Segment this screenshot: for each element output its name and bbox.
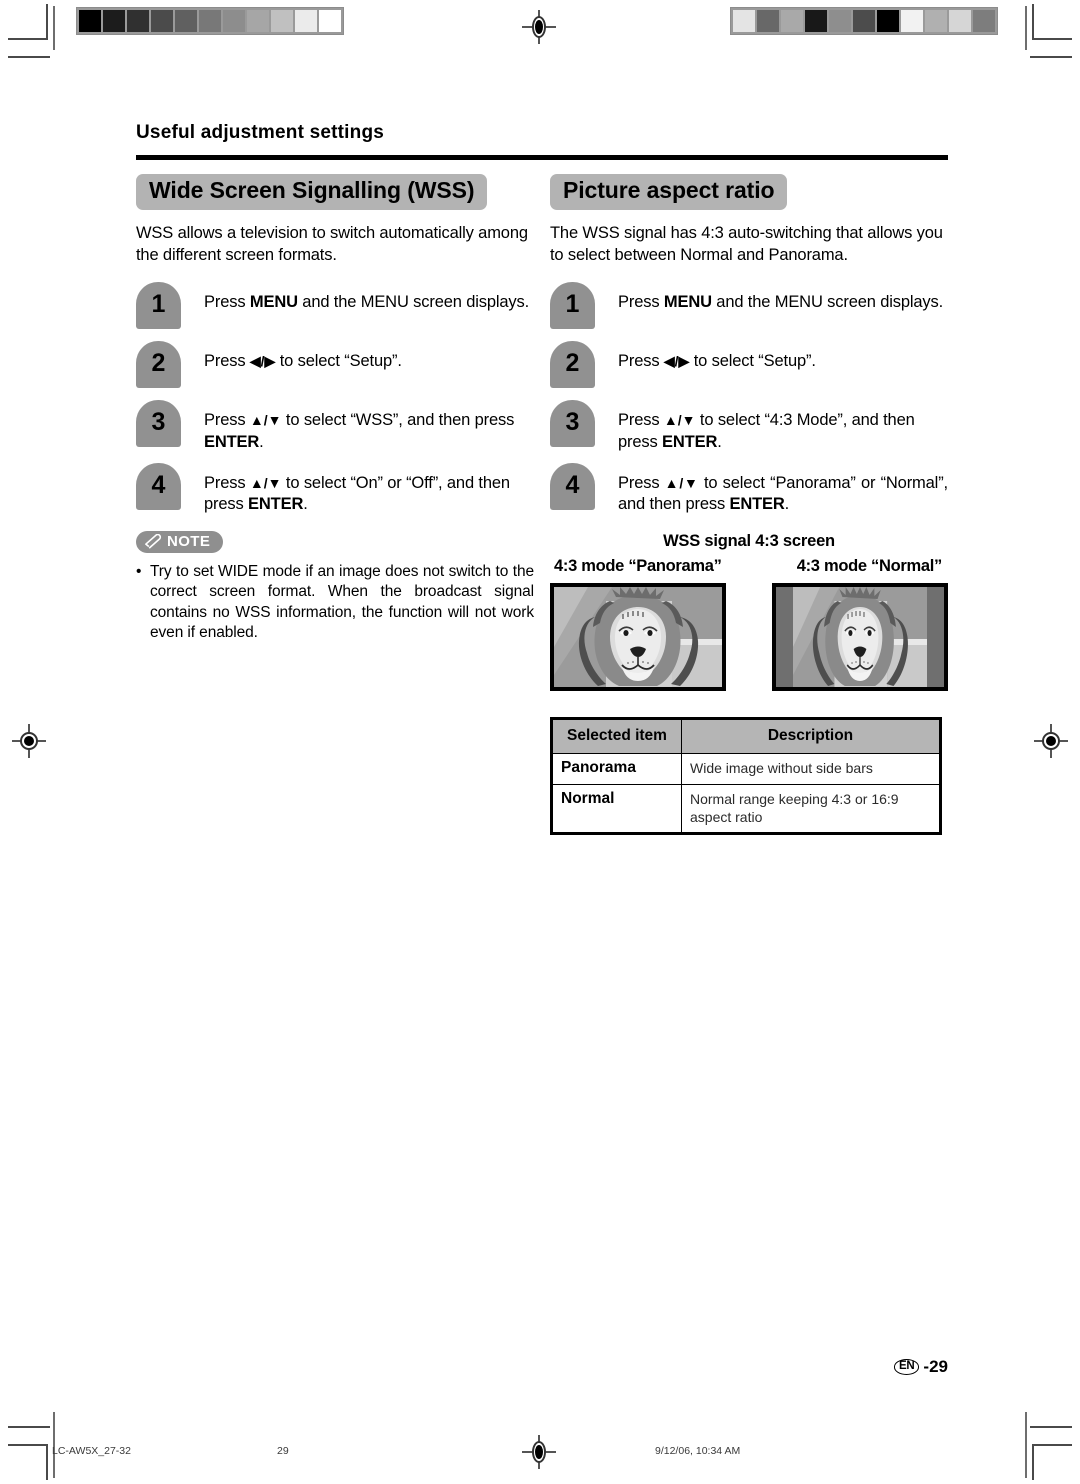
pillarbox-bar-right: [927, 587, 944, 688]
step-key-2: ENTER: [662, 432, 718, 451]
step-text: Press ▲/▼ to select “On” or “Off”, and t…: [204, 463, 534, 517]
step-number-badge: 2: [136, 340, 181, 388]
note-label: NOTE: [167, 533, 211, 551]
section-title-picture-aspect-ratio: Picture aspect ratio: [550, 174, 788, 210]
column-header-description: Description: [681, 718, 941, 755]
step-text: Press ◀/▶ to select “Setup”.: [204, 341, 534, 373]
step-number-badge: 3: [550, 399, 595, 447]
step-text-before: Press: [618, 351, 664, 370]
step-text-before: Press: [618, 410, 664, 429]
arrow-up-down-icon: ▲/▼: [249, 474, 282, 491]
step-number-badge: 1: [550, 281, 595, 329]
step-text-mid: to select “Setup”.: [689, 351, 816, 370]
footer-date: 9/12/06, 10:34 AM: [655, 1445, 741, 1457]
step-key-1: MENU: [249, 292, 298, 311]
preview-mode-captions: 4:3 mode “Panorama” 4:3 mode “Normal”: [550, 557, 948, 576]
step-item: 1 Press MENU and the MENU screen display…: [136, 281, 534, 332]
step-text-before: Press: [618, 292, 664, 311]
caption-mode-normal: 4:3 mode “Normal”: [796, 557, 943, 576]
arrow-left-right-icon: ◀/▶: [663, 352, 690, 369]
footer-page-number: 29: [277, 1445, 289, 1457]
note-badge: NOTE: [136, 531, 224, 554]
step-text-mid: to select “Setup”.: [275, 351, 402, 370]
step-key-2: ENTER: [204, 432, 260, 451]
manual-page: Useful adjustment settings Wide Screen S…: [0, 0, 1080, 1484]
arrow-up-down-icon: ▲/▼: [249, 411, 282, 428]
column-picture-aspect-ratio: Picture aspect ratio The WSS signal has …: [550, 174, 948, 836]
pen-icon: [143, 533, 162, 549]
step-item: 3 Press ▲/▼ to select “4:3 Mode”, and th…: [550, 399, 948, 454]
column-wide-screen-signalling: Wide Screen Signalling (WSS) WSS allows …: [136, 174, 534, 644]
table-row: Panorama Wide image without side bars: [551, 753, 941, 785]
cell-description: Normal range keeping 4:3 or 16:9 aspect …: [681, 783, 941, 835]
step-key-1: MENU: [663, 292, 712, 311]
section-title-wss: Wide Screen Signalling (WSS): [136, 174, 488, 210]
note-text: Try to set WIDE mode if an image does no…: [150, 563, 534, 642]
step-text-after: .: [259, 432, 264, 451]
step-text-before: Press: [204, 351, 250, 370]
footer-file-name: LC-AW5X_27-32: [52, 1445, 131, 1457]
page-folio: EN -29: [894, 1357, 948, 1377]
step-list-wss: 1 Press MENU and the MENU screen display…: [136, 281, 534, 517]
step-text: Press ◀/▶ to select “Setup”.: [618, 341, 948, 373]
step-text: Press ▲/▼ to select “WSS”, and then pres…: [204, 400, 534, 454]
lion-photo-panorama: [554, 587, 722, 688]
column-header-selected-item: Selected item: [551, 718, 682, 755]
step-text-after: .: [784, 495, 790, 514]
caption-mode-panorama: 4:3 mode “Panorama”: [554, 557, 722, 576]
arrow-left-right-icon: ◀/▶: [249, 352, 276, 369]
tv-preview-panorama: [550, 583, 726, 692]
folio-page-number: -29: [923, 1357, 948, 1376]
step-item: 4 Press ▲/▼ to select “Panorama” or “Nor…: [550, 462, 948, 517]
step-item: 2 Press ◀/▶ to select “Setup”.: [136, 340, 534, 391]
step-text-before: Press: [204, 410, 250, 429]
note-bullet: •: [136, 563, 142, 581]
step-key-2: ENTER: [248, 495, 304, 514]
step-item: 4 Press ▲/▼ to select “On” or “Off”, and…: [136, 462, 534, 517]
step-text: Press MENU and the MENU screen displays.: [618, 282, 948, 314]
cell-item: Panorama: [551, 753, 682, 785]
step-item: 3 Press ▲/▼ to select “WSS”, and then pr…: [136, 399, 534, 454]
step-text: Press ▲/▼ to select “Panorama” or “Norma…: [618, 463, 948, 517]
step-text-after: .: [303, 495, 308, 514]
cell-item: Normal: [551, 783, 682, 835]
step-list-picture-aspect-ratio: 1 Press MENU and the MENU screen display…: [550, 281, 948, 517]
step-text-before: Press: [618, 473, 665, 492]
step-text: Press MENU and the MENU screen displays.: [204, 282, 534, 314]
step-item: 1 Press MENU and the MENU screen display…: [550, 281, 948, 332]
running-head: Useful adjustment settings: [136, 122, 385, 143]
lion-photo-normal: [793, 587, 927, 688]
step-number-badge: 3: [136, 399, 181, 447]
table-header-row: Selected item Description: [551, 718, 941, 755]
pillarbox-bar-left: [776, 587, 793, 688]
step-key-2: ENTER: [729, 495, 785, 514]
section-intro-picture-aspect-ratio: The WSS signal has 4:3 auto-switching th…: [550, 223, 943, 264]
step-number-badge: 4: [136, 462, 181, 510]
arrow-up-down-icon: ▲/▼: [664, 474, 699, 491]
step-text-mid: and the MENU screen displays.: [711, 292, 944, 311]
header-divider: [136, 155, 948, 160]
step-text: Press ▲/▼ to select “4:3 Mode”, and then…: [618, 400, 948, 454]
step-text-after: .: [717, 432, 722, 451]
step-number-badge: 2: [550, 340, 595, 388]
aspect-mode-table: Selected item Description Panorama Wide …: [550, 717, 942, 836]
folio-language-badge: EN: [894, 1359, 920, 1375]
section-intro-wss: WSS allows a television to switch automa…: [136, 223, 528, 264]
step-number-badge: 4: [550, 462, 595, 510]
table-row: Normal Normal range keeping 4:3 or 16:9 …: [551, 783, 941, 835]
note-body: • Try to set WIDE mode if an image does …: [136, 562, 534, 644]
step-text-mid: to select “WSS”, and then press: [281, 410, 515, 429]
wss-signal-caption: WSS signal 4:3 screen: [663, 532, 835, 551]
step-number-badge: 1: [136, 281, 181, 329]
arrow-up-down-icon: ▲/▼: [663, 411, 696, 428]
step-text-before: Press: [204, 292, 250, 311]
step-item: 2 Press ◀/▶ to select “Setup”.: [550, 340, 948, 391]
tv-preview-normal: [772, 583, 948, 692]
step-text-mid: and the MENU screen displays.: [297, 292, 530, 311]
step-text-before: Press: [204, 473, 250, 492]
cell-description: Wide image without side bars: [681, 753, 941, 785]
preview-images: [550, 583, 948, 692]
